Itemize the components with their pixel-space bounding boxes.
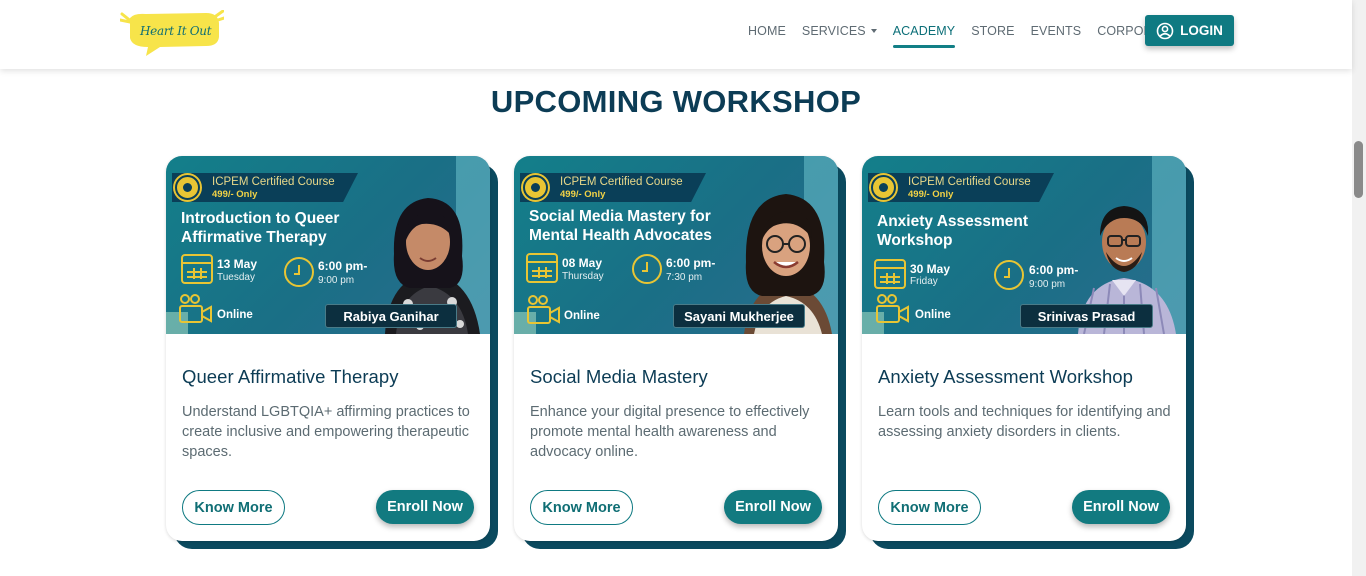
icpem-seal-icon [523,175,548,200]
video-camera-icon [179,294,212,323]
calendar-icon [874,259,906,289]
login-button[interactable]: LOGIN [1145,15,1234,46]
workshop-card: ICPEM Certified Course 499/- Only Introd… [166,156,490,541]
enroll-now-button[interactable]: Enroll Now [376,490,474,524]
nav-store[interactable]: STORE [971,0,1014,62]
clock-icon [994,260,1024,290]
logo[interactable]: Heart It Out [118,9,226,56]
enroll-now-button[interactable]: Enroll Now [724,490,822,524]
banner-time: 6:00 pm- [318,259,368,273]
know-more-button[interactable]: Know More [878,490,981,525]
banner-mode: Online [564,310,600,322]
clock-icon [284,257,314,287]
know-more-button[interactable]: Know More [530,490,633,525]
chevron-down-icon [870,29,877,33]
workshop-banner[interactable]: ICPEM Certified Course 499/- Only Anxiet… [862,156,1186,334]
banner-title: Social Media Mastery for Mental Health A… [529,208,712,244]
banner-day: Friday [910,276,938,287]
banner-day: Thursday [562,271,604,282]
card-description: Enhance your digital presence to effecti… [530,404,810,460]
card-title: Social Media Mastery [530,366,708,387]
scrollbar-track[interactable] [1352,0,1366,576]
nav-services[interactable]: SERVICES [802,0,877,62]
card-title: Anxiety Assessment Workshop [878,366,1133,387]
site-header: Heart It Out HOME SERVICES ACADEMY STORE… [0,0,1352,69]
icpem-seal-icon [871,175,896,200]
nav-events[interactable]: EVENTS [1031,0,1082,62]
banner-title: Anxiety Assessment Workshop [877,213,1029,249]
cert-label: ICPEM Certified Course [212,176,335,188]
card-title: Queer Affirmative Therapy [182,366,399,387]
video-camera-icon [527,295,560,324]
section-title: UPCOMING WORKSHOP [490,84,862,119]
workshop-banner[interactable]: ICPEM Certified Course 499/- Only Social… [514,156,838,334]
clock-icon [632,254,662,284]
nav-home[interactable]: HOME [748,0,786,62]
banner-title: Introduction to Queer Affirmative Therap… [181,210,340,246]
main-nav: HOME SERVICES ACADEMY STORE EVENTS CORPO… [748,0,1192,62]
video-camera-icon [876,294,909,323]
card-description: Understand LGBTQIA+ affirming practices … [182,404,470,460]
speaker-name: Sayani Mukherjee [673,304,805,328]
banner-time-end: 9:00 pm [1029,279,1066,290]
calendar-icon [181,254,213,284]
icpem-seal-icon [175,175,200,200]
banner-time-end: 7:30 pm [666,272,703,283]
nav-services-label: SERVICES [801,24,866,38]
workshop-banner[interactable]: ICPEM Certified Course 499/- Only Introd… [166,156,490,334]
page: Heart It Out HOME SERVICES ACADEMY STORE… [0,0,1366,576]
logo-text: Heart It Out [140,24,212,38]
banner-time: 6:00 pm- [666,256,716,270]
nav-academy[interactable]: ACADEMY [892,0,956,62]
banner-mode: Online [915,309,951,321]
user-circle-icon [1156,22,1174,39]
workshop-card: ICPEM Certified Course 499/- Only Anxiet… [862,156,1186,541]
speaker-name: Rabiya Ganihar [325,304,457,328]
price-label: 499/- Only [212,189,258,200]
workshop-card: ICPEM Certified Course 499/- Only Social… [514,156,838,541]
banner-date: 13 May [217,257,258,271]
banner-time-end: 9:00 pm [318,275,355,286]
banner-date: 30 May [910,262,951,276]
cert-label: ICPEM Certified Course [560,176,683,188]
banner-date: 08 May [562,256,603,270]
enroll-now-button[interactable]: Enroll Now [1072,490,1170,524]
calendar-icon [526,253,558,283]
price-label: 499/- Only [560,189,606,200]
banner-mode: Online [217,309,253,321]
know-more-button[interactable]: Know More [182,490,285,525]
login-label: LOGIN [1180,23,1223,38]
banner-day: Tuesday [217,272,255,283]
scrollbar-thumb[interactable] [1354,141,1363,198]
card-description: Learn tools and techniques for identifyi… [878,404,1171,440]
speaker-name: Srinivas Prasad [1020,304,1153,328]
price-label: 499/- Only [908,189,954,200]
cert-label: ICPEM Certified Course [908,176,1031,188]
